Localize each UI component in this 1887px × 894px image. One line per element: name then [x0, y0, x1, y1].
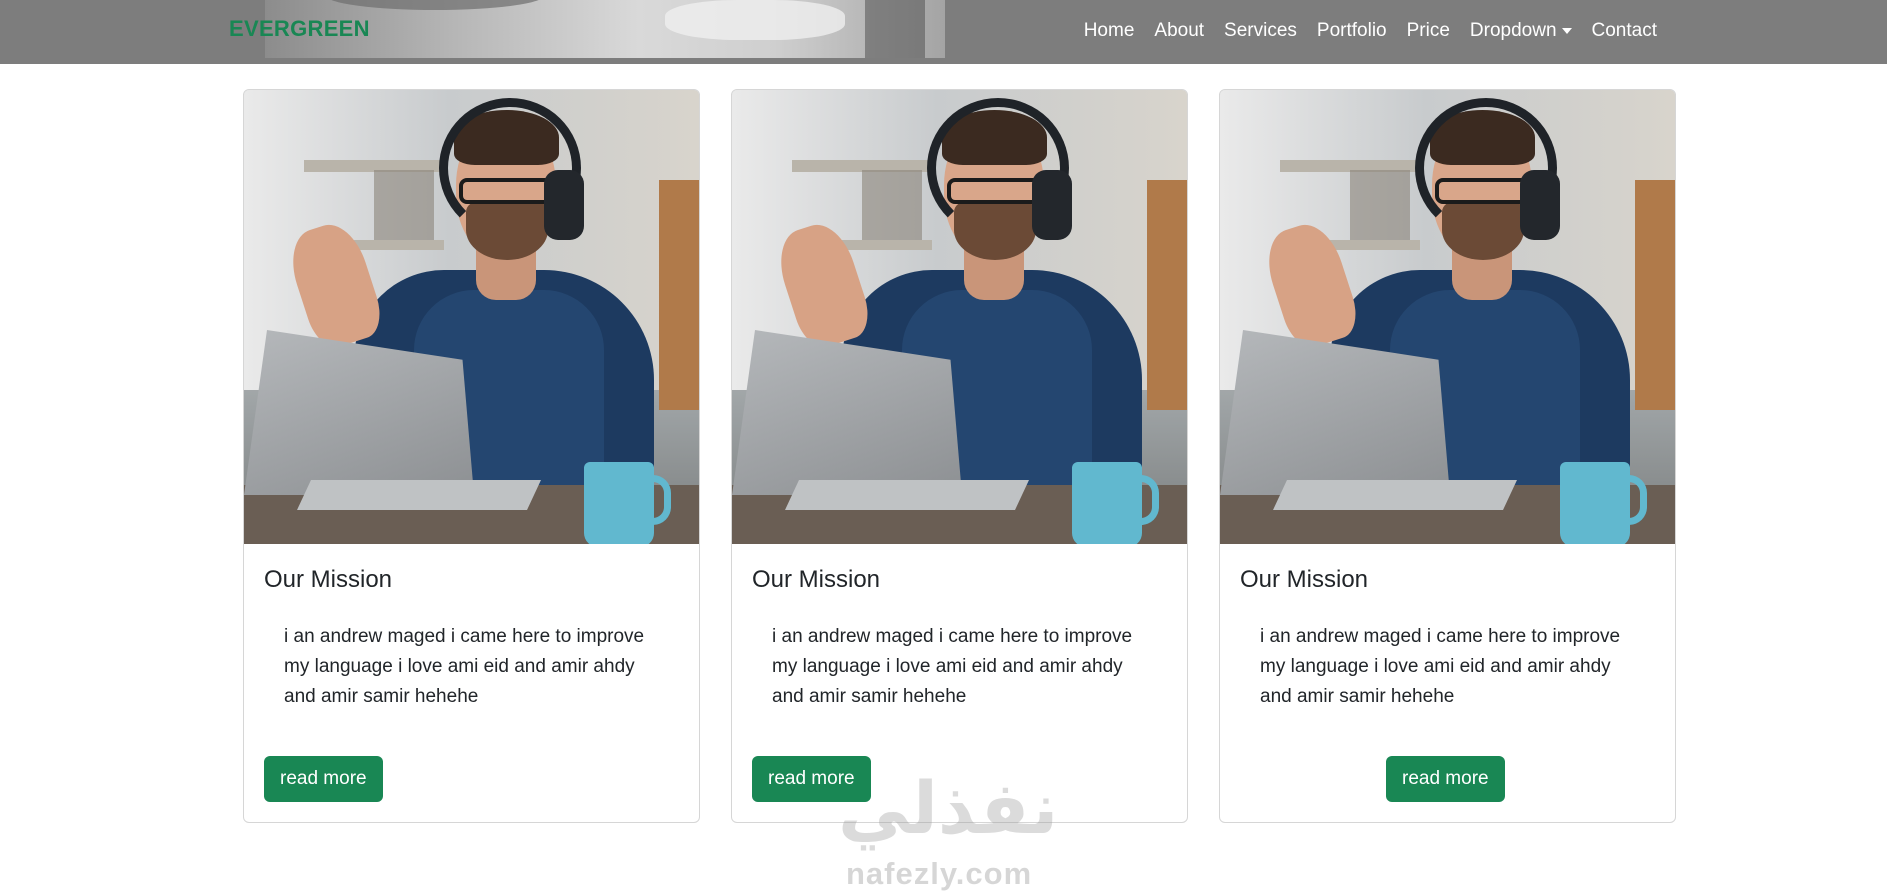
read-more-button[interactable]: read more	[264, 756, 383, 802]
card-image	[244, 90, 699, 544]
nav-link-price[interactable]: Price	[1407, 20, 1450, 42]
card-image	[1220, 90, 1675, 544]
card-title: Our Mission	[264, 566, 393, 593]
card-title: Our Mission	[1240, 566, 1369, 593]
nav-link-about[interactable]: About	[1154, 20, 1204, 42]
mission-card: Our Mission i an andrew maged i came her…	[1219, 89, 1676, 823]
card-image	[732, 90, 1187, 544]
nav-link-contact[interactable]: Contact	[1592, 20, 1657, 42]
top-navbar: EVERGREEN Home About Services Portfolio …	[0, 0, 1887, 64]
nav-dropdown-label: Dropdown	[1469, 20, 1557, 41]
watermark-url: nafezly.com	[846, 856, 1033, 891]
mission-card: Our Mission i an andrew maged i came her…	[243, 89, 700, 823]
card-text: i an andrew maged i came here to improve…	[1260, 626, 1621, 707]
watermark-arabic: نفذلي	[838, 766, 1059, 850]
card-text: i an andrew maged i came here to improve…	[284, 626, 645, 707]
nav-links: Home About Services Portfolio Price Drop…	[1064, 0, 1657, 62]
read-more-button[interactable]: read more	[1386, 756, 1505, 802]
nav-link-home[interactable]: Home	[1084, 20, 1135, 42]
mission-card: Our Mission i an andrew maged i came her…	[731, 89, 1188, 823]
caret-down-icon	[1561, 28, 1572, 34]
card-text: i an andrew maged i came here to improve…	[772, 626, 1133, 707]
nav-link-portfolio[interactable]: Portfolio	[1317, 20, 1387, 42]
card-body: Our Mission i an andrew maged i came her…	[1220, 544, 1675, 821]
brand-logo[interactable]: EVERGREEN	[229, 16, 370, 42]
card-title: Our Mission	[752, 566, 881, 593]
card-body: Our Mission i an andrew maged i came her…	[244, 544, 699, 821]
nav-link-services[interactable]: Services	[1224, 20, 1297, 42]
nav-dropdown-toggle[interactable]: Dropdown	[1470, 20, 1572, 42]
